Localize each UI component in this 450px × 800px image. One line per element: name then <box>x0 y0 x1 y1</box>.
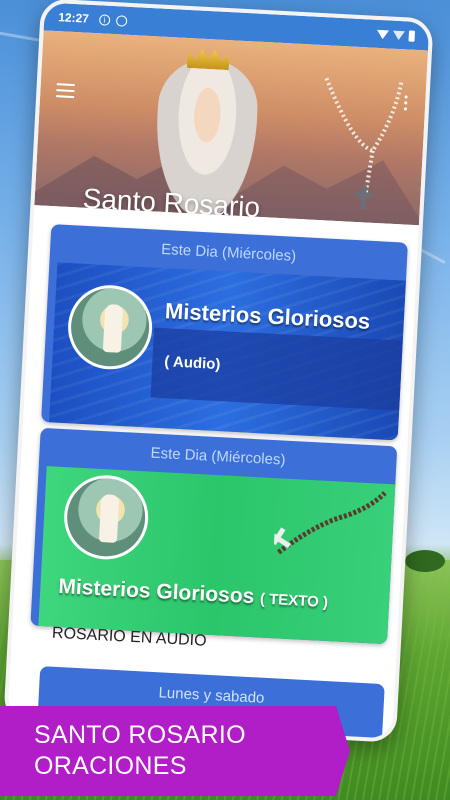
promo-caption: SANTO ROSARIO ORACIONES <box>0 706 350 796</box>
main-content: Este Dia (Miércoles) Misterios Gloriosos… <box>7 205 419 743</box>
crown-image <box>187 46 230 70</box>
phone-frame: 12:27 i Santo Rosario Este Dia (Miércole… <box>3 0 434 743</box>
tree <box>405 550 445 572</box>
caption-line-2: ORACIONES <box>34 752 187 780</box>
info-icon: i <box>98 13 111 26</box>
notification-icon <box>115 14 128 27</box>
wifi-icon <box>376 29 390 39</box>
audio-mysteries-card[interactable]: Este Dia (Miércoles) Misterios Gloriosos… <box>41 224 408 441</box>
text-mysteries-card[interactable]: Este Dia (Miércoles) Misterios Gloriosos… <box>30 427 398 645</box>
next-day-label: Lunes y sabado <box>158 684 265 707</box>
status-icons <box>376 28 416 42</box>
caption-line-1: SANTO ROSARIO <box>34 721 246 749</box>
rosary-beads-image <box>273 491 387 555</box>
more-options-icon[interactable] <box>403 95 408 111</box>
signal-icon <box>392 30 406 40</box>
resurrection-image <box>62 473 151 562</box>
rosary-image <box>324 77 404 210</box>
text-banner[interactable]: Misterios Gloriosos ( TEXTO ) <box>38 466 396 645</box>
audio-banner[interactable]: Misterios Gloriosos ( Audio) <box>49 262 406 441</box>
menu-icon[interactable] <box>56 83 75 99</box>
header-hero: Santo Rosario <box>34 30 429 226</box>
mystery-subtitle: ( Audio) <box>163 353 221 374</box>
mystery-title: Misterios Gloriosos <box>57 574 255 609</box>
mystery-title-text: Misterios Gloriosos ( TEXTO ) <box>58 575 329 613</box>
mystery-subtitle: ( TEXTO ) <box>259 590 329 612</box>
battery-icon <box>408 30 416 42</box>
status-time: 12:27 <box>57 10 90 26</box>
